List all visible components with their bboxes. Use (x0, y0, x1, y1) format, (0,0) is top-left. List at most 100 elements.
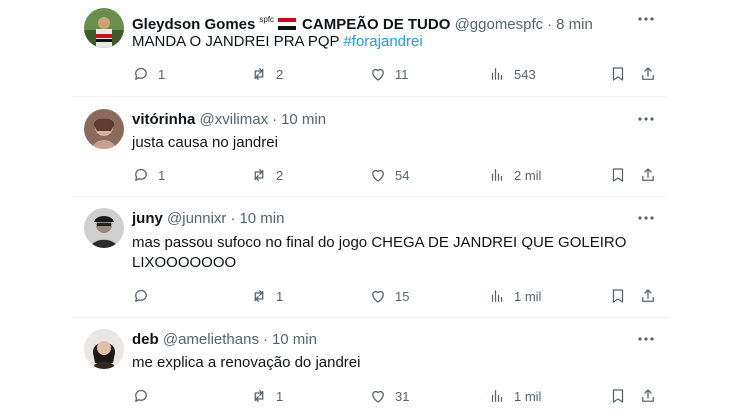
share-icon (642, 289, 654, 302)
views-icon (491, 169, 503, 181)
views-icon (491, 68, 503, 80)
avatar[interactable] (84, 8, 124, 48)
like-count: 54 (395, 167, 410, 183)
repost-icon (254, 390, 264, 402)
display-name[interactable]: juny (132, 210, 163, 227)
views-count: 1 mil (514, 288, 542, 304)
like-count: 11 (395, 66, 409, 82)
bookmark-icon (612, 168, 624, 182)
bookmark-button[interactable] (609, 165, 627, 185)
bookmark-icon (612, 67, 624, 81)
reply-icon (135, 389, 147, 402)
separator-dot: · (230, 210, 236, 227)
tweet[interactable]: vitórinha @xvilimax · 10 min justa causa n… (72, 97, 668, 196)
separator-dot: · (272, 111, 278, 128)
repost-button[interactable]: 2 (250, 64, 283, 84)
views-button[interactable]: 1 mil (488, 386, 541, 406)
like-button[interactable]: 54 (369, 165, 409, 185)
like-button[interactable]: 15 (369, 286, 409, 306)
hashtag-link[interactable]: #forajandrei (343, 33, 422, 50)
like-count: 31 (395, 388, 410, 404)
display-name-extra[interactable]: CAMPEÃO DE TUDO (302, 16, 450, 33)
tweet[interactable]: deb @ameliethans · 10 min me explica a ren… (72, 318, 668, 416)
repost-button[interactable]: 2 (250, 165, 283, 185)
tweet-header: Gleydson Gomes spfc CAMPEÃO DE TUDO @ggome… (132, 10, 593, 33)
share-button[interactable] (639, 165, 657, 185)
repost-button[interactable]: 1 (250, 286, 283, 306)
like-button[interactable]: 11 (369, 64, 409, 84)
repost-icon (254, 68, 264, 80)
share-button[interactable] (639, 386, 657, 406)
more-icon[interactable] (636, 329, 656, 349)
more-icon[interactable] (636, 208, 656, 228)
display-name[interactable]: vitórinha (132, 111, 195, 128)
handle[interactable]: @junnixr (167, 210, 226, 227)
repost-button[interactable]: 1 (250, 386, 283, 406)
timestamp[interactable]: 8 min (556, 16, 593, 33)
tweet[interactable]: juny @junnixr · 10 min mas passou sufoco n… (72, 197, 668, 316)
views-button[interactable]: 2 mil (488, 165, 541, 185)
display-name[interactable]: Gleydson Gomes (132, 16, 255, 33)
share-button[interactable] (639, 64, 657, 84)
reply-count: 1 (158, 167, 166, 183)
tweet-header: vitórinha @xvilimax · 10 min (132, 110, 326, 130)
bookmark-button[interactable] (609, 286, 627, 306)
handle[interactable]: @ggomespfc (455, 16, 544, 33)
more-icon[interactable] (636, 109, 656, 129)
views-icon (491, 390, 503, 402)
bookmark-button[interactable] (609, 386, 627, 406)
like-icon (372, 68, 384, 81)
tweet-actions: 1 31 1 mil (132, 386, 668, 406)
tweet[interactable]: Gleydson Gomes spfc CAMPEÃO DE TUDO @ggome… (72, 0, 668, 96)
more-icon[interactable] (636, 9, 656, 29)
tweet-text: mas passou sufoco no final do jogo CHEGA… (132, 234, 627, 271)
name-suffix: spfc (259, 15, 275, 24)
share-button[interactable] (639, 286, 657, 306)
timestamp[interactable]: 10 min (272, 331, 317, 348)
share-icon (642, 67, 654, 80)
separator-dot: · (262, 331, 268, 348)
tweet-text: MANDA O JANDREI PRA PQP #forajandrei (132, 32, 652, 52)
reply-count: 1 (158, 66, 166, 82)
repost-icon (254, 169, 264, 181)
like-icon (372, 169, 384, 182)
reply-icon (135, 67, 147, 80)
repost-count: 1 (276, 388, 284, 404)
reply-button[interactable]: 1 (132, 64, 165, 84)
timestamp[interactable]: 10 min (281, 111, 326, 128)
like-button[interactable]: 31 (369, 386, 409, 406)
reply-icon (135, 289, 147, 302)
handle[interactable]: @xvilimax (200, 111, 269, 128)
avatar[interactable] (84, 208, 124, 248)
repost-count: 2 (276, 66, 284, 82)
views-count: 1 mil (514, 388, 542, 404)
tweet-text-body: MANDA O JANDREI PRA PQP (132, 33, 344, 50)
tweet-text: justa causa no jandrei (132, 134, 278, 151)
views-button[interactable]: 1 mil (488, 286, 541, 306)
like-count: 15 (395, 288, 410, 304)
bookmark-button[interactable] (609, 64, 627, 84)
reply-button[interactable]: 1 (132, 165, 165, 185)
bookmark-icon (612, 389, 624, 403)
avatar[interactable] (84, 329, 124, 369)
views-button[interactable]: 543 (488, 64, 536, 84)
timestamp[interactable]: 10 min (239, 210, 284, 227)
tweet-actions: 1 15 1 mil (132, 286, 668, 306)
views-count: 2 mil (514, 167, 542, 183)
tweet-header: deb @ameliethans · 10 min (132, 330, 317, 350)
reply-button[interactable] (132, 386, 158, 406)
flag-icon (278, 18, 297, 30)
repost-count: 1 (276, 288, 284, 304)
share-icon (642, 168, 654, 181)
timeline: Gleydson Gomes spfc CAMPEÃO DE TUDO @ggome… (72, 0, 668, 416)
reply-button[interactable] (132, 286, 158, 306)
bookmark-icon (612, 289, 624, 303)
avatar[interactable] (84, 109, 124, 149)
separator-dot: · (547, 16, 553, 33)
views-count: 543 (514, 66, 536, 82)
share-icon (642, 389, 654, 402)
handle[interactable]: @ameliethans (163, 331, 259, 348)
tweet-text: me explica a renovação do jandrei (132, 354, 361, 371)
like-icon (372, 290, 384, 303)
display-name[interactable]: deb (132, 331, 159, 348)
